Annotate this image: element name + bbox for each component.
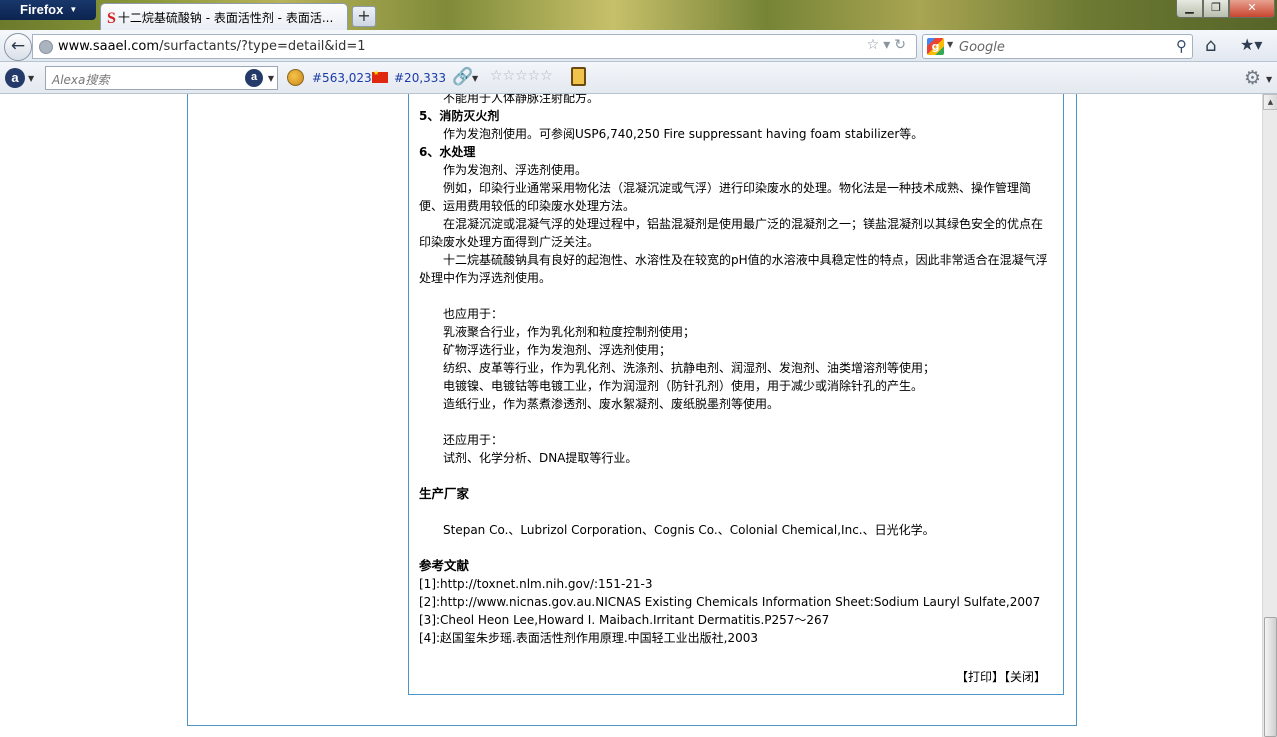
- paragraph: 在混凝沉淀或混凝气浮的处理过程中，铝盐混凝剂是使用最广泛的混凝剂之一；镁盐混凝剂…: [443, 217, 1044, 231]
- reference-item: [3]:Cheol Heon Lee,Howard I. Maibach.Irr…: [419, 613, 830, 627]
- list-item: 电镀镍、电镀钴等电镀工业，作为润湿剂（防针孔剂）使用，用于减少或消除针孔的产生。: [443, 379, 924, 393]
- home-icon[interactable]: ⌂: [1205, 35, 1216, 56]
- site-favicon-icon: S: [107, 10, 116, 27]
- vertical-scrollbar[interactable]: ▲: [1262, 94, 1277, 737]
- reference-item: [4]:赵国玺朱步瑶.表面活性剂作用原理.中国轻工业出版社,2003: [419, 631, 759, 645]
- article-content: 不能用于人体静脉注射配方。 5、消防灭火剂 作为发泡剂使用。可参阅USP6,74…: [419, 94, 1059, 647]
- chevron-down-icon[interactable]: ▼: [268, 74, 274, 83]
- search-bar[interactable]: g ▼ Google ⚲: [922, 34, 1193, 59]
- new-tab-button[interactable]: +: [352, 6, 376, 27]
- paragraph: 印染废水处理方面得到广泛关注。: [419, 235, 600, 249]
- alexa-search-input[interactable]: Alexa搜索 a ▼: [45, 66, 278, 90]
- paragraph: 作为发泡剂使用。可参阅USP6,740,250 Fire suppressant…: [443, 127, 924, 141]
- back-button[interactable]: ←: [4, 33, 32, 61]
- minimize-button[interactable]: ▁: [1176, 0, 1203, 18]
- firefox-menu-button[interactable]: Firefox ▼: [0, 0, 96, 20]
- list-item: 乳液聚合行业，作为乳化剂和粒度控制剂使用；: [443, 325, 696, 339]
- navigation-toolbar: ← www.saael.com/surfactants/?type=detail…: [0, 30, 1277, 62]
- rating-stars[interactable]: ☆☆☆☆☆: [490, 68, 553, 84]
- paragraph: 试剂、化学分析、DNA提取等行业。: [443, 451, 638, 465]
- paragraph: 例如，印染行业通常采用物化法（混凝沉淀或气浮）进行印染废水的处理。物化法是一种技…: [443, 181, 1032, 195]
- alexa-search-button[interactable]: a: [245, 69, 263, 87]
- paragraph: 处理中作为浮选剂使用。: [419, 271, 552, 285]
- still-title: 还应用于：: [443, 433, 504, 447]
- alexa-search-placeholder: Alexa搜索: [52, 73, 110, 87]
- section-heading: 6、水处理: [419, 145, 476, 159]
- list-item: 矿物浮选行业，作为发泡剂、浮选剂使用；: [443, 343, 672, 357]
- url-bar[interactable]: www.saael.com/surfactants/?type=detail&i…: [32, 34, 917, 59]
- title-bar: Firefox ▼ S 十二烷基硫酸钠 - 表面活性剂 - 表面活... + ▁ ❐…: [0, 0, 1277, 30]
- search-icon[interactable]: ⚲: [1176, 37, 1187, 55]
- chevron-down-icon[interactable]: ▼: [1266, 75, 1272, 84]
- paragraph: 便、运用费用较低的印染废水处理方法。: [419, 199, 636, 213]
- dropdown-icon[interactable]: ▾: [883, 37, 894, 53]
- paragraph: 作为发泡剂、浮选剂使用。: [443, 163, 588, 177]
- close-link[interactable]: 【关闭】: [1004, 670, 1046, 684]
- search-placeholder: Google: [959, 40, 1005, 55]
- global-rank[interactable]: #563,023: [312, 71, 372, 85]
- maximize-button[interactable]: ❐: [1203, 0, 1229, 18]
- country-rank[interactable]: #20,333: [394, 71, 446, 85]
- url-text: www.saael.com/surfactants/?type=detail&i…: [58, 39, 366, 54]
- reference-item: [1]:http://toxnet.nlm.nih.gov/:151-21-3: [419, 577, 653, 591]
- print-close-links: 【打印】【关闭】: [956, 668, 1046, 685]
- star-icon[interactable]: ☆: [867, 37, 884, 53]
- google-icon[interactable]: g: [927, 38, 944, 55]
- reload-icon[interactable]: ↻: [894, 37, 910, 53]
- also-title: 也应用于：: [443, 307, 504, 321]
- scroll-up-button[interactable]: ▲: [1263, 94, 1277, 110]
- alexa-toolbar: a ▼ Alexa搜索 a ▼ #563,023 #20,333 🔗 ▼ ☆☆☆…: [0, 62, 1277, 94]
- chevron-down-icon: ▼: [69, 5, 78, 14]
- tab-title: 十二烷基硫酸钠 - 表面活性剂 - 表面活...: [117, 11, 334, 25]
- chevron-down-icon[interactable]: ▼: [472, 74, 478, 83]
- section-heading: 5、消防灭火剂: [419, 109, 500, 123]
- page-viewport: 不能用于人体静脉注射配方。 5、消防灭火剂 作为发泡剂使用。可参阅USP6,74…: [0, 94, 1262, 737]
- globe-rank-icon[interactable]: [287, 69, 304, 86]
- firefox-menu-label: Firefox: [20, 2, 64, 17]
- close-window-button[interactable]: ✕: [1229, 0, 1275, 18]
- paragraph: 不能用于人体静脉注射配方。: [443, 94, 600, 105]
- print-link[interactable]: 【打印】: [956, 670, 1004, 684]
- chevron-down-icon[interactable]: ▼: [947, 40, 953, 49]
- references-heading: 参考文献: [419, 558, 470, 573]
- chevron-down-icon[interactable]: ▼: [28, 74, 34, 83]
- manufacturer-heading: 生产厂家: [419, 486, 470, 501]
- list-item: 造纸行业，作为蒸煮渗透剂、废水絮凝剂、废纸脱墨剂等使用。: [443, 397, 780, 411]
- manufacturer-list: Stepan Co.、Lubrizol Corporation、Cognis C…: [443, 523, 935, 537]
- gear-icon[interactable]: ⚙: [1244, 67, 1261, 89]
- paragraph: 十二烷基硫酸钠具有良好的起泡性、水溶性及在较宽的pH值的水溶液中具稳定性的特点，…: [443, 253, 1048, 267]
- tab-active[interactable]: S 十二烷基硫酸钠 - 表面活性剂 - 表面活...: [100, 3, 348, 30]
- china-flag-icon: [372, 69, 388, 83]
- book-icon[interactable]: [571, 67, 586, 86]
- scroll-thumb[interactable]: [1264, 617, 1277, 737]
- alexa-logo-icon[interactable]: a: [5, 68, 25, 88]
- reference-item: [2]:http://www.nicnas.gov.au.NICNAS Exis…: [419, 595, 1041, 609]
- globe-icon: [39, 40, 53, 54]
- link-icon[interactable]: 🔗: [452, 67, 473, 87]
- list-item: 纺织、皮革等行业，作为乳化剂、洗涤剂、抗静电剂、润湿剂、发泡剂、油类增溶剂等使用…: [443, 361, 936, 375]
- bookmarks-icon[interactable]: ★▾: [1240, 35, 1262, 54]
